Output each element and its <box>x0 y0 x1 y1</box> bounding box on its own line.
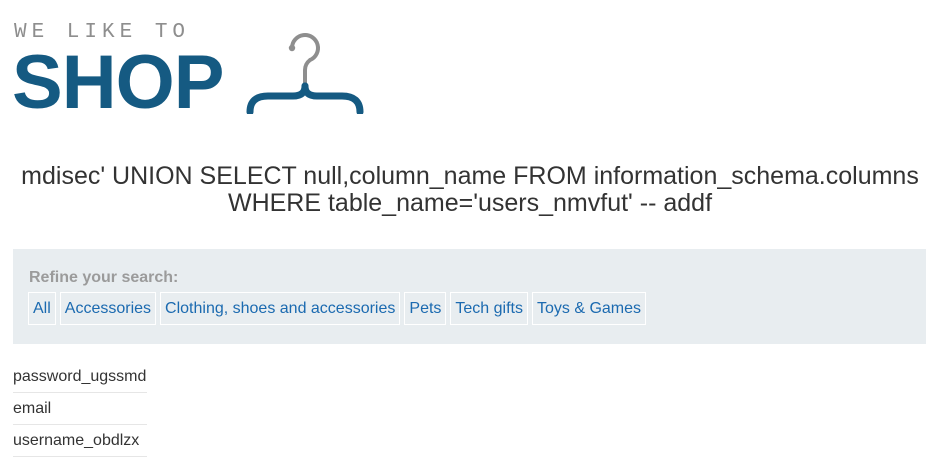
table-cell: email <box>13 392 148 425</box>
filter-list: All Accessories Clothing, shoes and acce… <box>28 292 647 325</box>
hanger-icon <box>246 33 364 114</box>
table-row: email <box>13 392 148 425</box>
filter-clothing-shoes-accessories[interactable]: Clothing, shoes and accessories <box>160 292 401 325</box>
table-row: password_ugssmd <box>13 361 148 393</box>
filter-toys-games[interactable]: Toys & Games <box>532 292 647 325</box>
filter-panel: Refine your search: All Accessories Clot… <box>13 249 926 344</box>
filter-label: Refine your search: <box>29 269 179 286</box>
table-row: username_obdlzx <box>13 424 148 457</box>
search-title: mdisec' UNION SELECT null,column_name FR… <box>21 162 919 217</box>
table-cell: username_obdlzx <box>13 424 148 457</box>
filter-pets[interactable]: Pets <box>404 292 447 325</box>
results-table: password_ugssmd email username_obdlzx <box>13 361 148 457</box>
logo-word: SHOP <box>12 40 224 125</box>
filter-accessories[interactable]: Accessories <box>59 292 157 325</box>
filter-tech-gifts[interactable]: Tech gifts <box>450 292 528 325</box>
site-logo[interactable]: WE LIKE TO SHOP <box>12 18 372 123</box>
filter-all[interactable]: All <box>28 292 56 325</box>
table-cell: password_ugssmd <box>13 361 148 393</box>
page: WE LIKE TO SHOP mdisec' UNION SELECT nul… <box>0 0 934 471</box>
